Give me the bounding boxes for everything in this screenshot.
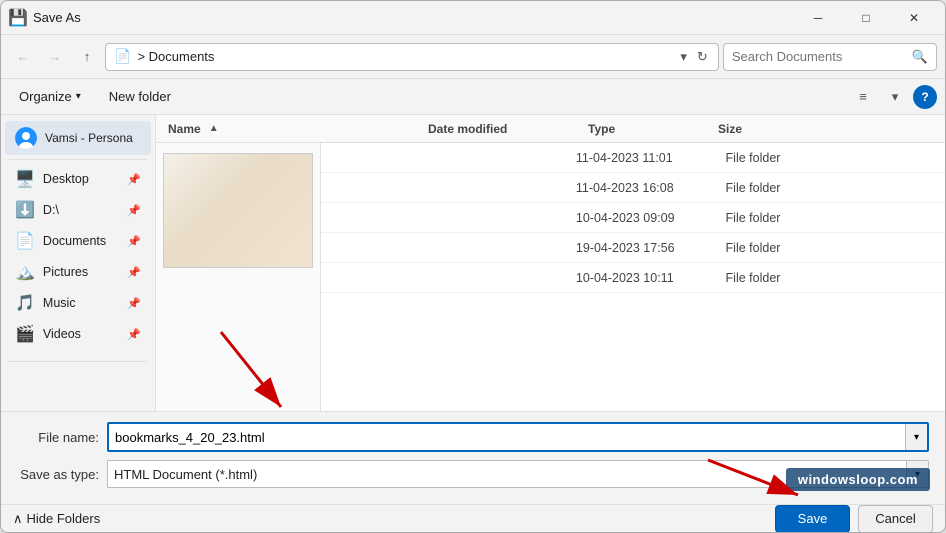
- sidebar-item-documents[interactable]: 📄 Documents 📌: [5, 226, 151, 256]
- pin-icon: 📌: [127, 235, 141, 248]
- file-list: 11-04-2023 11:01 File folder 11-04-2023 …: [156, 143, 945, 411]
- organize-chevron-icon: ▾: [76, 91, 81, 102]
- preview-thumbnail: [163, 153, 313, 268]
- account-avatar: [15, 127, 37, 149]
- file-area: Name ▲ Date modified Type Size: [156, 115, 945, 411]
- pin-icon: 📌: [127, 328, 141, 341]
- desktop-icon: 🖥️: [15, 169, 35, 189]
- save-button[interactable]: Save: [775, 505, 850, 533]
- savetype-dropdown-button[interactable]: ▾: [906, 461, 928, 487]
- table-row[interactable]: 10-04-2023 09:09 File folder: [321, 203, 945, 233]
- refresh-button[interactable]: ▾: [678, 47, 689, 67]
- maximize-button[interactable]: □: [843, 1, 889, 35]
- view-toggle-button[interactable]: ≡: [849, 83, 877, 111]
- table-row[interactable]: 11-04-2023 16:08 File folder: [321, 173, 945, 203]
- sidebar-item-label: Documents: [43, 234, 119, 248]
- sidebar-item-videos[interactable]: 🎬 Videos 📌: [5, 319, 151, 349]
- toolbar-right: ≡ ▾ ?: [849, 83, 937, 111]
- documents-icon: 📄: [15, 231, 35, 251]
- table-row[interactable]: 19-04-2023 17:56 File folder: [321, 233, 945, 263]
- view-options-button[interactable]: ▾: [881, 83, 909, 111]
- sidebar-divider: [9, 159, 147, 160]
- title-bar: 💾 Save As ─ □ ✕: [1, 1, 945, 35]
- footer-bar: ∧ Hide Folders Save Cancel: [1, 504, 945, 532]
- nav-bar: ← → ↑ 📄 > Documents ▾ ↻ 🔍: [1, 35, 945, 79]
- reload-button[interactable]: ↻: [695, 47, 710, 67]
- main-content: Vamsi - Persona 🖥️ Desktop 📌 ⬇️ D:\ 📌 📄 …: [1, 115, 945, 411]
- filename-label: File name:: [17, 430, 107, 445]
- savetype-wrapper[interactable]: HTML Document (*.html) ▾: [107, 460, 929, 488]
- sidebar-item-desktop[interactable]: 🖥️ Desktop 📌: [5, 164, 151, 194]
- window-title: Save As: [33, 10, 795, 25]
- hide-folders-chevron-icon: ∧: [13, 511, 23, 527]
- pictures-icon: 🏔️: [15, 262, 35, 282]
- file-rows-container: 11-04-2023 11:01 File folder 11-04-2023 …: [321, 143, 945, 411]
- sidebar: Vamsi - Persona 🖥️ Desktop 📌 ⬇️ D:\ 📌 📄 …: [1, 115, 156, 411]
- toolbar: Organize ▾ New folder ≡ ▾ ?: [1, 79, 945, 115]
- table-row[interactable]: 10-04-2023 10:11 File folder: [321, 263, 945, 293]
- savetype-row: Save as type: HTML Document (*.html) ▾: [17, 460, 929, 488]
- pin-icon: 📌: [127, 173, 141, 186]
- window-icon: 💾: [9, 9, 27, 27]
- pin-icon: 📌: [127, 204, 141, 217]
- filename-dropdown-button[interactable]: ▾: [905, 424, 927, 450]
- col-date-header[interactable]: Date modified: [424, 121, 584, 136]
- forward-button[interactable]: →: [41, 43, 69, 71]
- filename-row: File name: ▾: [17, 422, 929, 452]
- sort-icon: ▲: [209, 123, 219, 134]
- up-button[interactable]: ↑: [73, 43, 101, 71]
- file-header: Name ▲ Date modified Type Size: [156, 115, 945, 143]
- sidebar-divider-2: [9, 361, 147, 362]
- sidebar-item-pictures[interactable]: 🏔️ Pictures 📌: [5, 257, 151, 287]
- sidebar-account[interactable]: Vamsi - Persona: [5, 121, 151, 155]
- hide-folders-button[interactable]: ∧ Hide Folders: [13, 511, 100, 527]
- col-size-header[interactable]: Size: [714, 121, 814, 136]
- search-input[interactable]: [732, 49, 908, 64]
- help-button[interactable]: ?: [913, 85, 937, 109]
- filename-input[interactable]: [109, 424, 905, 450]
- search-box[interactable]: 🔍: [723, 43, 937, 71]
- savetype-text: HTML Document (*.html): [108, 461, 906, 487]
- cancel-button[interactable]: Cancel: [858, 505, 933, 533]
- preview-area: [156, 143, 321, 411]
- col-name-header[interactable]: Name ▲: [164, 122, 424, 136]
- col-type-header[interactable]: Type: [584, 121, 714, 136]
- filename-input-wrapper[interactable]: ▾: [107, 422, 929, 452]
- sidebar-item-label: D:\: [43, 203, 119, 217]
- new-folder-button[interactable]: New folder: [99, 84, 181, 110]
- address-bar[interactable]: 📄 > Documents ▾ ↻: [105, 43, 719, 71]
- sidebar-item-label: Videos: [43, 327, 119, 341]
- sidebar-item-downloads[interactable]: ⬇️ D:\ 📌: [5, 195, 151, 225]
- pin-icon: 📌: [127, 266, 141, 279]
- music-icon: 🎵: [15, 293, 35, 313]
- table-row[interactable]: 11-04-2023 11:01 File folder: [321, 143, 945, 173]
- minimize-button[interactable]: ─: [795, 1, 841, 35]
- account-label: Vamsi - Persona: [45, 131, 133, 145]
- sidebar-item-label: Music: [43, 296, 119, 310]
- downloads-icon: ⬇️: [15, 200, 35, 220]
- bottom-bar: File name: ▾ Save as type: HTML Document…: [1, 411, 945, 504]
- address-path: > Documents: [137, 49, 672, 64]
- savetype-label: Save as type:: [17, 467, 107, 482]
- back-button[interactable]: ←: [9, 43, 37, 71]
- sidebar-item-music[interactable]: 🎵 Music 📌: [5, 288, 151, 318]
- search-icon: 🔍: [912, 49, 928, 65]
- organize-button[interactable]: Organize ▾: [9, 84, 91, 110]
- sidebar-item-label: Desktop: [43, 172, 119, 186]
- hide-folders-label: Hide Folders: [27, 511, 101, 526]
- pin-icon: 📌: [127, 297, 141, 310]
- title-bar-controls: ─ □ ✕: [795, 1, 937, 35]
- address-icon: 📄: [114, 48, 131, 65]
- sidebar-item-label: Pictures: [43, 265, 119, 279]
- videos-icon: 🎬: [15, 324, 35, 344]
- close-button[interactable]: ✕: [891, 1, 937, 35]
